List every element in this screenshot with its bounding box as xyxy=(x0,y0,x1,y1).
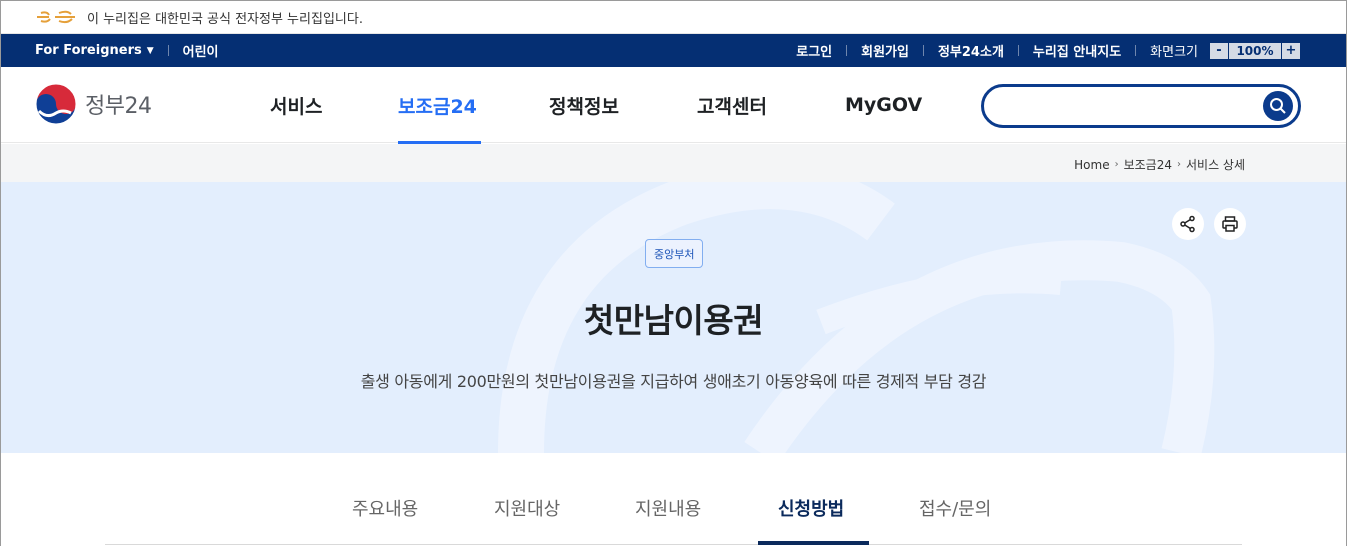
service-title: 첫만남이용권 xyxy=(583,301,764,340)
zoom-in-button[interactable]: + xyxy=(1282,42,1300,59)
nav-customer-center[interactable]: 고객센터 xyxy=(697,67,787,143)
for-foreigners-dropdown[interactable]: For Foreigners ▼ xyxy=(35,43,154,58)
logo-text: 정부24 xyxy=(85,94,152,119)
site-header: 정부24 서비스 보조금24 정책정보 고객센터 MyGOV xyxy=(1,67,1346,145)
detail-tabs: 주요내용 지원대상 지원내용 신청방법 접수/문의 xyxy=(1,453,1346,546)
print-button[interactable] xyxy=(1214,208,1246,240)
breadcrumb-current: 서비스 상세 xyxy=(1185,158,1245,172)
search-button[interactable] xyxy=(1263,91,1293,121)
divider xyxy=(167,45,169,56)
search-icon xyxy=(1270,98,1286,114)
kids-link[interactable]: 어린이 xyxy=(183,41,219,60)
login-link[interactable]: 로그인 xyxy=(796,41,832,60)
nav-services[interactable]: 서비스 xyxy=(270,67,340,143)
about-link[interactable]: 정부24소개 xyxy=(938,41,1004,60)
gov-notice-bar: 이 누리집은 대한민국 공식 전자정부 누리집입니다. xyxy=(1,1,1346,34)
search-box xyxy=(981,84,1301,128)
chevron-right-icon: › xyxy=(1176,159,1181,170)
zoom-value: 100% xyxy=(1228,42,1282,59)
service-description: 출생 아동에게 200만원의 첫만남이용권을 지급하여 생애초기 아동양육에 따… xyxy=(360,372,987,391)
breadcrumb-subsidy24[interactable]: 보조금24 xyxy=(1124,156,1172,173)
nav-subsidy24[interactable]: 보조금24 xyxy=(398,67,481,145)
breadcrumb-home[interactable]: Home xyxy=(1074,158,1109,172)
chevron-right-icon: › xyxy=(1114,159,1119,170)
agency-badge: 중앙부처 xyxy=(645,239,704,268)
tab-main-content[interactable]: 주요내용 xyxy=(352,495,418,521)
share-button[interactable] xyxy=(1172,208,1204,240)
for-foreigners-label: For Foreigners xyxy=(35,43,142,58)
tab-inquiry[interactable]: 접수/문의 xyxy=(919,495,991,521)
divider xyxy=(1135,45,1137,56)
breadcrumb-bar: Home › 보조금24 › 서비스 상세 xyxy=(1,144,1346,182)
taegeuk-logo-icon xyxy=(35,83,77,125)
caret-down-icon: ▼ xyxy=(146,45,154,56)
zoom-label: 화면크기 xyxy=(1150,45,1198,60)
zoom-out-button[interactable]: - xyxy=(1210,42,1228,59)
print-icon xyxy=(1222,216,1238,232)
tab-support-content[interactable]: 지원내용 xyxy=(635,495,701,521)
nav-mygov[interactable]: MyGOV xyxy=(845,67,925,143)
gov-notice-text: 이 누리집은 대한민국 공식 전자정부 누리집입니다. xyxy=(87,11,363,27)
service-hero: 중앙부처 첫만남이용권 출생 아동에게 200만원의 첫만남이용권을 지급하여 … xyxy=(1,182,1346,453)
zoom-control: - 100% + xyxy=(1210,42,1300,59)
egov-logo-icon xyxy=(37,10,75,24)
nav-policy-info[interactable]: 정책정보 xyxy=(549,67,639,143)
signup-link[interactable]: 회원가입 xyxy=(861,41,909,60)
divider xyxy=(922,45,924,56)
utility-bar: For Foreigners ▼ 어린이 로그인 회원가입 정부24소개 누리집… xyxy=(1,34,1346,67)
active-tab-indicator xyxy=(758,541,869,545)
site-logo[interactable]: 정부24 xyxy=(35,83,152,125)
share-icon xyxy=(1180,215,1195,233)
tab-divider xyxy=(105,544,1242,545)
sitemap-link[interactable]: 누리집 안내지도 xyxy=(1033,41,1121,60)
utility-right: 로그인 회원가입 정부24소개 누리집 안내지도 화면크기 - 100% + xyxy=(796,41,1300,60)
utility-left: For Foreigners ▼ 어린이 xyxy=(35,41,219,60)
tab-eligibility[interactable]: 지원대상 xyxy=(494,495,560,521)
search-input[interactable] xyxy=(1000,95,1250,117)
divider xyxy=(1017,45,1019,56)
breadcrumb: Home › 보조금24 › 서비스 상세 xyxy=(1074,156,1245,173)
tab-how-to-apply[interactable]: 신청방법 xyxy=(778,495,844,521)
divider xyxy=(846,45,848,56)
